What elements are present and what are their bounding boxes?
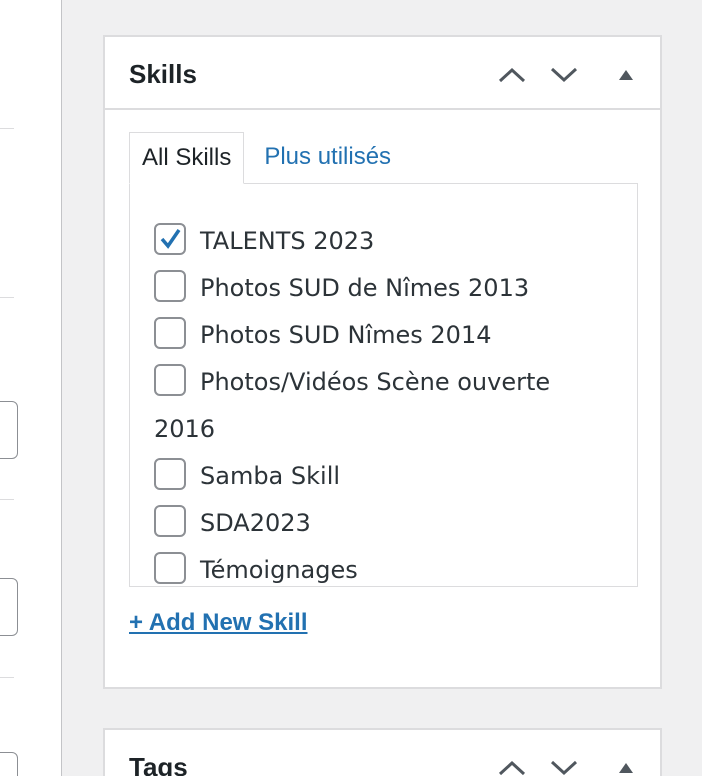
skill-checkbox[interactable]: [154, 317, 186, 349]
skills-tabs: All Skills Plus utilisés: [129, 132, 403, 184]
divider: [0, 297, 14, 298]
divider: [0, 499, 14, 500]
input-field-edge[interactable]: [0, 578, 18, 636]
checkmark-icon: [160, 229, 181, 249]
list-item: Samba Skill: [154, 453, 613, 500]
list-item: Photos SUD de Nîmes 2013: [154, 265, 613, 312]
list-item: Témoignages: [154, 547, 613, 586]
skill-label: Samba Skill: [200, 462, 341, 490]
tab-most-used[interactable]: Plus utilisés: [244, 132, 403, 184]
skill-label: Photos/Vidéos Scène ouverte 2016: [154, 368, 551, 443]
editor-main-column: [0, 0, 62, 776]
triangle-up-icon: [619, 763, 633, 773]
move-down-button[interactable]: [546, 59, 582, 91]
skill-checkbox[interactable]: [154, 364, 186, 396]
divider: [0, 128, 14, 129]
skill-label: TALENTS 2023: [200, 227, 375, 255]
skill-label: Témoignages: [200, 556, 358, 584]
tab-all-skills[interactable]: All Skills: [129, 132, 245, 184]
divider: [0, 677, 14, 678]
skill-label: Photos SUD de Nîmes 2013: [200, 274, 530, 302]
add-new-skill-link[interactable]: + Add New Skill: [129, 609, 308, 637]
skill-checkbox[interactable]: [154, 552, 186, 584]
chevron-down-icon: [550, 67, 578, 83]
chevron-up-icon: [498, 67, 526, 83]
list-item: SDA2023: [154, 500, 613, 547]
skill-checkbox[interactable]: [154, 270, 186, 302]
tags-metabox: Tags: [103, 728, 662, 776]
move-up-button[interactable]: [494, 59, 530, 91]
skill-label: SDA2023: [200, 509, 311, 537]
tags-metabox-title: Tags: [129, 752, 188, 776]
skills-checklist: TALENTS 2023 Photos SUD de Nîmes 2013 Ph…: [130, 184, 637, 586]
skills-metabox: Skills All Skills Plus utilisés TALENTS …: [103, 35, 662, 689]
tags-metabox-header: Tags: [105, 730, 660, 776]
skills-metabox-title: Skills: [129, 59, 197, 89]
skill-checkbox[interactable]: [154, 458, 186, 490]
list-item: TALENTS 2023: [154, 218, 613, 265]
toggle-panel-button[interactable]: [608, 752, 644, 776]
skills-metabox-header: Skills: [105, 37, 660, 110]
skill-label: Photos SUD Nîmes 2014: [200, 321, 492, 349]
chevron-down-icon: [550, 760, 578, 776]
input-field-edge[interactable]: [0, 401, 18, 459]
input-field-edge[interactable]: [0, 752, 18, 776]
skill-checkbox[interactable]: [154, 223, 186, 255]
move-down-button[interactable]: [546, 752, 582, 776]
move-up-button[interactable]: [494, 752, 530, 776]
skill-checkbox[interactable]: [154, 505, 186, 537]
triangle-up-icon: [619, 70, 633, 80]
skills-checklist-panel[interactable]: TALENTS 2023 Photos SUD de Nîmes 2013 Ph…: [129, 183, 638, 587]
list-item: Photos SUD Nîmes 2014: [154, 312, 613, 359]
chevron-up-icon: [498, 760, 526, 776]
toggle-panel-button[interactable]: [608, 59, 644, 91]
list-item: Photos/Vidéos Scène ouverte 2016: [154, 359, 613, 453]
